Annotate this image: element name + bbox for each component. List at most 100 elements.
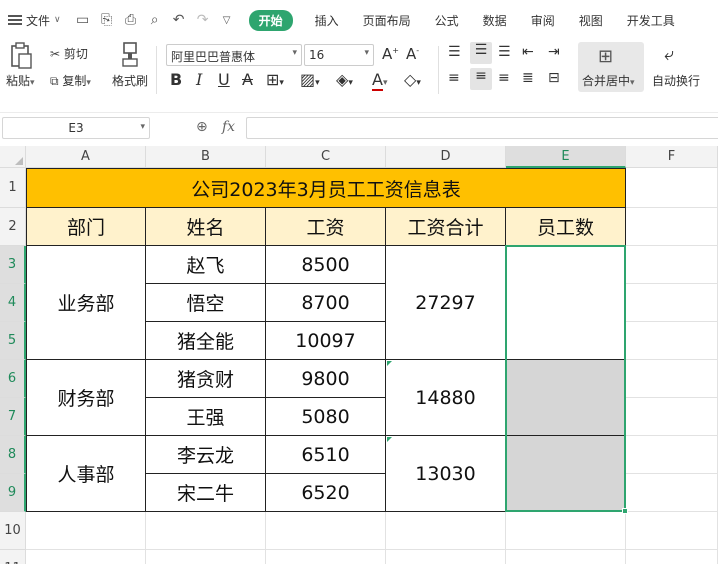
- italic-icon[interactable]: I: [196, 70, 202, 89]
- employee-name-cell[interactable]: 赵飞: [146, 246, 266, 284]
- row-header-9[interactable]: 9: [0, 474, 26, 512]
- align-bottom-icon[interactable]: ☰: [498, 44, 511, 60]
- column-title-2[interactable]: 工资: [266, 208, 386, 246]
- bold-icon[interactable]: B: [170, 70, 182, 89]
- row-header-3[interactable]: 3: [0, 246, 26, 284]
- align-top-icon[interactable]: ☰: [448, 44, 461, 60]
- grid-cell[interactable]: [626, 398, 718, 436]
- tab-6[interactable]: 视图: [579, 12, 603, 29]
- justify-icon[interactable]: ≣: [522, 70, 534, 86]
- fill-pattern-icon[interactable]: ▨▾: [300, 70, 320, 89]
- department-cell[interactable]: 财务部: [26, 360, 146, 436]
- name-box[interactable]: E3 ▾: [2, 117, 150, 139]
- employee-name-cell[interactable]: 悟空: [146, 284, 266, 322]
- align-left-icon[interactable]: ≡: [448, 70, 460, 86]
- column-header-B[interactable]: B: [146, 146, 266, 168]
- underline-icon[interactable]: U: [218, 70, 230, 89]
- align-center-icon[interactable]: ≡: [470, 68, 492, 90]
- paste-icon[interactable]: [8, 42, 38, 72]
- grid-cell[interactable]: [626, 322, 718, 360]
- row-header-1[interactable]: 1: [0, 168, 26, 208]
- employee-name-cell[interactable]: 宋二牛: [146, 474, 266, 512]
- spreadsheet-grid[interactable]: ABCDEF1234567891011公司2023年3月员工工资信息表部门姓名工…: [0, 146, 718, 564]
- paste-button[interactable]: 粘贴▾: [6, 72, 35, 89]
- wrap-text-button[interactable]: 自动换行: [652, 72, 700, 89]
- grid-cell[interactable]: [626, 360, 718, 398]
- row-header-6[interactable]: 6: [0, 360, 26, 398]
- save-icon[interactable]: ▭: [75, 12, 91, 28]
- column-title-1[interactable]: 姓名: [146, 208, 266, 246]
- grid-cell[interactable]: [266, 512, 386, 550]
- row-header-2[interactable]: 2: [0, 208, 26, 246]
- tab-2[interactable]: 页面布局: [363, 12, 411, 29]
- column-title-4[interactable]: 员工数: [506, 208, 626, 246]
- grid-cell[interactable]: [626, 246, 718, 284]
- copy-button[interactable]: ⧉ 复制▾: [50, 72, 91, 89]
- align-right-icon[interactable]: ≡: [498, 70, 510, 86]
- grid-cell[interactable]: [626, 168, 718, 208]
- border-icon[interactable]: ⊞▾: [266, 70, 284, 89]
- distributed-align-icon[interactable]: ⊟: [548, 70, 560, 86]
- grid-cell[interactable]: [506, 550, 626, 564]
- salary-cell[interactable]: 5080: [266, 398, 386, 436]
- grid-cell[interactable]: [26, 550, 146, 564]
- grid-cell[interactable]: [626, 436, 718, 474]
- salary-total-cell[interactable]: 27297: [386, 246, 506, 360]
- zoom-search-icon[interactable]: ⊕: [196, 119, 208, 135]
- print-icon[interactable]: ⎙: [123, 12, 139, 28]
- merge-center-button[interactable]: ⊞ 合并居中▾: [578, 42, 644, 92]
- tab-4[interactable]: 数据: [483, 12, 507, 29]
- salary-cell[interactable]: 9800: [266, 360, 386, 398]
- column-title-0[interactable]: 部门: [26, 208, 146, 246]
- grid-cell[interactable]: [26, 512, 146, 550]
- align-middle-icon[interactable]: ☰: [470, 42, 492, 64]
- row-header-4[interactable]: 4: [0, 284, 26, 322]
- employee-count-cell[interactable]: [506, 360, 626, 436]
- customize-dropdown-icon[interactable]: ▽: [219, 12, 235, 28]
- fill-color-icon[interactable]: ◈▾: [336, 70, 353, 89]
- row-header-10[interactable]: 10: [0, 512, 26, 550]
- column-header-A[interactable]: A: [26, 146, 146, 168]
- grid-cell[interactable]: [626, 474, 718, 512]
- employee-count-cell[interactable]: [506, 246, 626, 360]
- salary-cell[interactable]: 8500: [266, 246, 386, 284]
- grid-cell[interactable]: [146, 550, 266, 564]
- grid-cell[interactable]: [386, 512, 506, 550]
- column-header-C[interactable]: C: [266, 146, 386, 168]
- row-header-7[interactable]: 7: [0, 398, 26, 436]
- grid-cell[interactable]: [266, 550, 386, 564]
- tab-5[interactable]: 审阅: [531, 12, 555, 29]
- department-cell[interactable]: 人事部: [26, 436, 146, 512]
- salary-cell[interactable]: 8700: [266, 284, 386, 322]
- font-name-select[interactable]: 阿里巴巴普惠体 ▾: [166, 44, 302, 66]
- redo-icon[interactable]: ↷: [195, 12, 211, 28]
- increase-font-icon[interactable]: A+: [382, 45, 399, 63]
- grid-cell[interactable]: [146, 512, 266, 550]
- grid-cell[interactable]: [626, 512, 718, 550]
- fill-handle[interactable]: [622, 508, 628, 514]
- tab-3[interactable]: 公式: [435, 12, 459, 29]
- column-title-3[interactable]: 工资合计: [386, 208, 506, 246]
- wrap-text-icon[interactable]: ⤶: [664, 44, 674, 65]
- grid-cell[interactable]: [386, 550, 506, 564]
- employee-count-cell[interactable]: [506, 436, 626, 512]
- grid-cell[interactable]: [506, 512, 626, 550]
- undo-icon[interactable]: ↶: [171, 12, 187, 28]
- salary-cell[interactable]: 6520: [266, 474, 386, 512]
- format-painter-icon[interactable]: [120, 42, 140, 71]
- column-header-D[interactable]: D: [386, 146, 506, 168]
- font-size-select[interactable]: 16 ▾: [304, 44, 374, 66]
- department-cell[interactable]: 业务部: [26, 246, 146, 360]
- print-preview-icon[interactable]: ⌕: [147, 12, 163, 28]
- grid-cell[interactable]: [626, 550, 718, 564]
- insert-function-icon[interactable]: fx: [222, 119, 235, 135]
- column-header-F[interactable]: F: [626, 146, 718, 168]
- font-color-icon[interactable]: A▾: [372, 70, 387, 91]
- decrease-indent-icon[interactable]: ⇤: [522, 44, 534, 60]
- tab-1[interactable]: 插入: [315, 12, 339, 29]
- employee-name-cell[interactable]: 猪贪财: [146, 360, 266, 398]
- grid-cell[interactable]: [626, 208, 718, 246]
- tab-7[interactable]: 开发工具: [627, 12, 675, 29]
- decrease-font-icon[interactable]: A-: [406, 45, 419, 63]
- employee-name-cell[interactable]: 李云龙: [146, 436, 266, 474]
